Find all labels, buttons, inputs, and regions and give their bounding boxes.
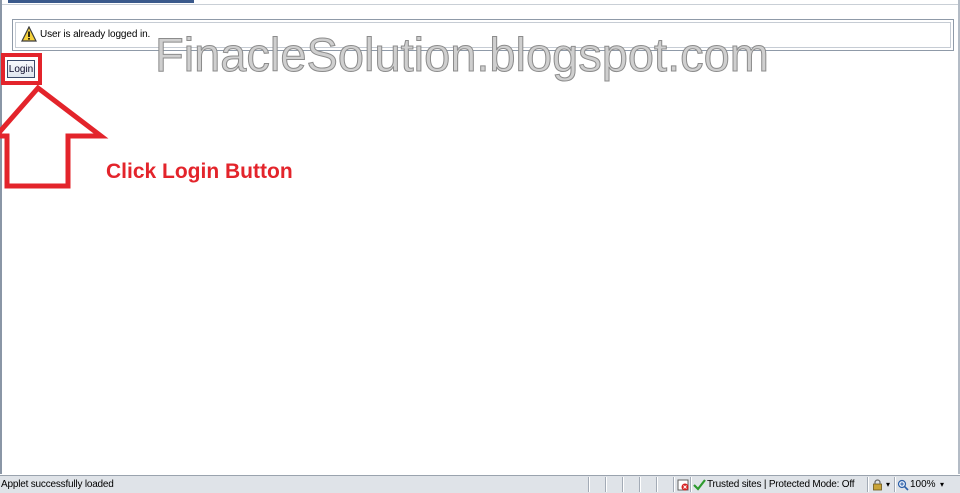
warning-icon bbox=[21, 26, 37, 42]
chevron-down-icon[interactable]: ▾ bbox=[940, 480, 944, 489]
zoom-level[interactable]: 100% bbox=[910, 479, 936, 490]
status-separator bbox=[690, 477, 692, 492]
zoom-icon[interactable] bbox=[897, 479, 909, 491]
instruction-text: Click Login Button bbox=[106, 160, 293, 183]
status-separator bbox=[656, 477, 658, 492]
security-zone-text[interactable]: Trusted sites | Protected Mode: Off bbox=[707, 479, 855, 490]
status-bar: Applet successfully loaded Trusted sites… bbox=[0, 475, 960, 493]
browser-page: User is already logged in. FinacleSoluti… bbox=[0, 0, 960, 493]
status-separator bbox=[673, 477, 675, 492]
up-arrow-annotation bbox=[0, 84, 109, 189]
status-separator bbox=[894, 477, 896, 492]
login-button[interactable]: Login bbox=[7, 60, 35, 78]
status-separator bbox=[605, 477, 607, 492]
message-text: User is already logged in. bbox=[40, 29, 151, 40]
popup-blocked-icon[interactable] bbox=[677, 479, 689, 491]
status-separator bbox=[588, 477, 590, 492]
status-text: Applet successfully loaded bbox=[1, 479, 114, 490]
status-separator bbox=[867, 477, 869, 492]
watermark-text: FinacleSolution.blogspot.com bbox=[155, 28, 770, 82]
lock-icon[interactable] bbox=[872, 479, 883, 491]
active-tab-indicator bbox=[8, 0, 194, 3]
status-separator bbox=[622, 477, 624, 492]
status-separator bbox=[639, 477, 641, 492]
chevron-down-icon[interactable]: ▾ bbox=[886, 480, 890, 489]
checkmark-icon bbox=[693, 479, 706, 491]
